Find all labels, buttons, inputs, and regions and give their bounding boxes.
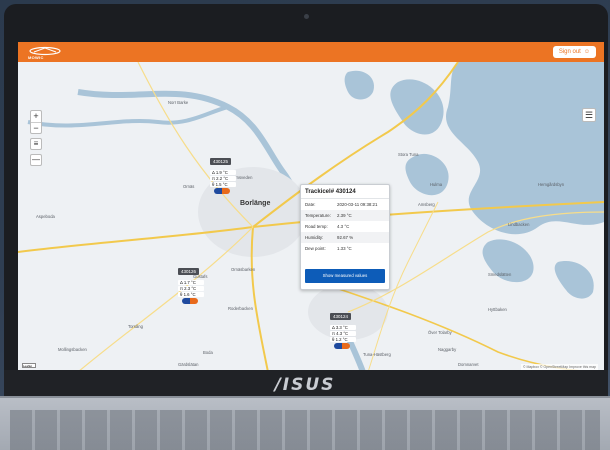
place-label: Aspeboda — [36, 214, 55, 219]
app-header: MOWIC Sign out ☺ — [18, 42, 604, 62]
sensor-popup: Trackicel# 430124 Date: 2020-03-11 09:38:… — [300, 184, 390, 290]
status-badge — [182, 298, 198, 304]
sensor-value: Δ 1.7 °C — [178, 280, 204, 285]
sensor-value: π 4.3 °C — [330, 331, 356, 336]
sensor-value: θ 1.2 °C — [330, 337, 356, 342]
popup-rows: Date: 2020-03-11 09:38:21 Temperature: 2.3… — [301, 199, 389, 254]
place-label: Stora Tuna — [398, 152, 419, 157]
laptop-brand-logo: /ISUS — [274, 375, 336, 395]
zoom-control: + − — [30, 110, 42, 134]
laptop-scene: MOWIC Sign out ☺ + − ≡ — ☰ Borlänge Norr… — [0, 0, 610, 450]
status-badge — [214, 188, 230, 194]
sensor-value: θ 1.6 °C — [178, 292, 204, 297]
place-label: Tuna-Hästberg — [363, 352, 391, 357]
map-view[interactable]: + − ≡ — ☰ Borlänge Norr Barke Ornäs Aspe… — [18, 62, 604, 372]
status-badge — [334, 343, 350, 349]
place-label: Roderbacken — [228, 306, 253, 311]
show-measured-values-button[interactable]: Show measured values — [305, 269, 385, 283]
sensor-value: π 2.3 °C — [178, 286, 204, 291]
layers-button[interactable]: ≡ — [30, 138, 42, 150]
place-label: Ornäsbarken — [231, 267, 256, 272]
sensor-marker[interactable]: 430125 Δ 1.9 °C π 2.2 °C θ 1.5 °C — [210, 150, 236, 194]
place-label: Lindbacken — [508, 222, 530, 227]
place-label: Hulma — [430, 182, 443, 187]
zoom-in-button[interactable]: + — [31, 111, 41, 122]
place-label: Amsberg — [418, 202, 435, 207]
zoom-out-button[interactable]: − — [31, 122, 41, 133]
place-label: Över Tolarby — [428, 330, 452, 335]
place-label: Hemgårdsbyn — [538, 182, 565, 187]
sensor-marker[interactable]: 430126 Δ 1.7 °C π 2.3 °C θ 1.6 °C — [178, 260, 204, 304]
place-label: Hyttbaken — [488, 307, 507, 312]
place-label: Boda — [203, 350, 213, 355]
place-label: Smedslätten — [488, 272, 512, 277]
webcam — [304, 14, 309, 19]
place-label: Borlänge — [240, 200, 271, 207]
place-label: Torsång — [128, 324, 143, 329]
popup-row: Road temp: 4.3 °C — [305, 224, 350, 229]
sensor-marker[interactable]: 430124 Δ 3.3 °C π 4.3 °C θ 1.2 °C — [330, 305, 356, 349]
menu-button[interactable]: ☰ — [582, 108, 596, 122]
popup-row: Temperature: 2.39 °C — [301, 210, 389, 221]
keyboard — [10, 410, 600, 450]
sensor-id: 430125 — [210, 158, 232, 165]
popup-row: Date: 2020-03-11 09:38:21 — [305, 202, 378, 207]
sensor-value: θ 1.5 °C — [210, 182, 236, 187]
sensor-id: 430124 — [330, 313, 352, 320]
map-scale: Leaflet — [22, 363, 36, 368]
measure-button[interactable]: — — [30, 154, 42, 166]
place-label: Naggarby — [438, 347, 457, 352]
place-label: Gärdslätan — [178, 362, 199, 367]
place-label: Norr Barke — [168, 100, 189, 105]
sensor-id: 430126 — [178, 268, 200, 275]
popup-row: Humidity: 92.67 % — [301, 232, 389, 243]
popup-title: Trackicel# 430124 — [301, 185, 389, 199]
sensor-value: Δ 1.9 °C — [210, 170, 236, 175]
sensor-value: π 2.2 °C — [210, 176, 236, 181]
screen: MOWIC Sign out ☺ + − ≡ — ☰ Borlänge Norr… — [18, 42, 604, 372]
place-label: Domnarvet — [458, 362, 479, 367]
place-label: Mollingsbacken — [58, 347, 87, 352]
popup-row: Dew point: 1.33 °C — [305, 246, 352, 251]
sign-out-label: Sign out — [558, 49, 581, 55]
sensor-value: Δ 3.3 °C — [330, 325, 356, 330]
logo-text: MOWIC — [28, 55, 44, 60]
sign-out-button[interactable]: Sign out ☺ — [552, 46, 596, 58]
user-icon: ☺ — [583, 49, 590, 55]
place-label: Ornäs — [183, 184, 195, 189]
